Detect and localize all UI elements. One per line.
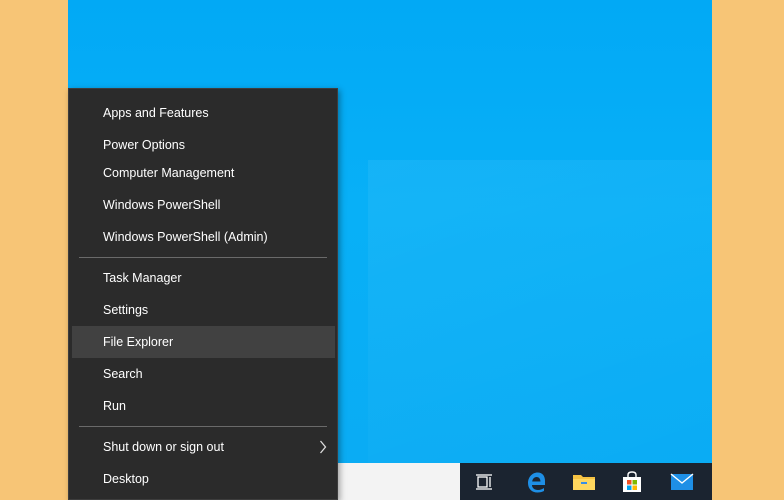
menu-item-label: Run bbox=[103, 399, 126, 413]
menu-item-label: Settings bbox=[103, 303, 149, 317]
edge-icon[interactable] bbox=[512, 463, 560, 500]
menu-item-desktop[interactable]: Desktop bbox=[72, 463, 335, 495]
menu-separator bbox=[79, 426, 327, 427]
menu-item-label: Computer Management bbox=[103, 166, 235, 180]
menu-item-settings[interactable]: Settings bbox=[72, 294, 335, 326]
menu-item-windows-powershell-admin[interactable]: Windows PowerShell (Admin) bbox=[72, 221, 335, 253]
menu-item-task-manager[interactable]: Task Manager bbox=[72, 262, 335, 294]
menu-item-label: Windows PowerShell bbox=[103, 198, 221, 212]
taskbar bbox=[460, 463, 712, 500]
menu-item-file-explorer[interactable]: File Explorer bbox=[72, 326, 335, 358]
menu-item-label: Apps and Features bbox=[103, 106, 209, 120]
menu-item-label: Shut down or sign out bbox=[103, 440, 224, 454]
winx-power-user-menu: Apps and Features Power Options Computer… bbox=[68, 88, 338, 500]
store-icon[interactable] bbox=[608, 463, 656, 500]
menu-separator bbox=[79, 257, 327, 258]
task-view-icon[interactable] bbox=[460, 463, 508, 500]
menu-item-label: Desktop bbox=[103, 472, 149, 486]
menu-item-search[interactable]: Search bbox=[72, 358, 335, 390]
file-explorer-icon[interactable] bbox=[560, 463, 608, 500]
mail-icon[interactable] bbox=[658, 463, 706, 500]
menu-item-windows-powershell[interactable]: Windows PowerShell bbox=[72, 189, 335, 221]
chevron-right-icon bbox=[319, 440, 327, 457]
menu-item-apps-and-features[interactable]: Apps and Features bbox=[72, 97, 335, 129]
menu-item-label: Search bbox=[103, 367, 143, 381]
menu-item-shut-down-or-sign-out[interactable]: Shut down or sign out bbox=[72, 431, 335, 463]
wallpaper-light bbox=[368, 160, 712, 463]
menu-item-label: Power Options bbox=[103, 138, 185, 152]
menu-item-label: Windows PowerShell (Admin) bbox=[103, 230, 268, 244]
menu-item-label: Task Manager bbox=[103, 271, 182, 285]
menu-item-run[interactable]: Run bbox=[72, 390, 335, 422]
menu-item-label: File Explorer bbox=[103, 335, 174, 349]
menu-item-computer-management[interactable]: Computer Management bbox=[72, 157, 335, 189]
